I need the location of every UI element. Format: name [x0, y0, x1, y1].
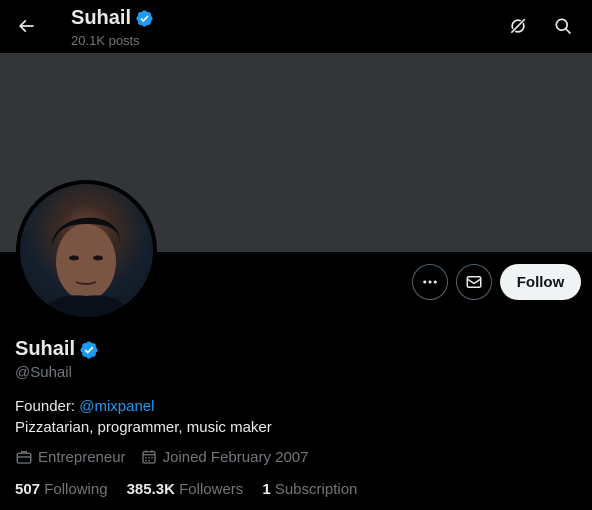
back-arrow-icon	[18, 19, 34, 33]
avatar[interactable]	[16, 180, 157, 321]
subscription-label: Subscription	[274, 481, 358, 498]
following-label: Following	[44, 481, 108, 498]
profile-stats: 507 Following 385.3K Followers 1 Subscri…	[15, 481, 376, 498]
profile-meta: Entrepreneur Joined February 2007	[15, 448, 323, 466]
verified-badge-icon	[135, 9, 154, 28]
subscription-link[interactable]: 1 Subscription	[262, 481, 357, 498]
top-bar: Suhail 20.1K posts	[0, 0, 592, 53]
grok-icon	[510, 18, 526, 34]
followers-label: Followers	[179, 481, 244, 498]
more-icon	[423, 280, 437, 284]
grok-button[interactable]	[500, 8, 536, 44]
message-button[interactable]	[456, 264, 492, 300]
header-title: Suhail	[71, 6, 154, 30]
header-post-count: 20.1K posts	[71, 33, 140, 48]
bio-prefix: Founder:	[15, 398, 80, 415]
calendar-icon	[141, 450, 156, 464]
followers-link[interactable]: 385.3K Followers	[127, 481, 244, 498]
briefcase-icon	[16, 451, 32, 464]
joined-item: Joined February 2007	[140, 448, 309, 466]
following-count: 507	[15, 481, 41, 498]
follow-button[interactable]: Follow	[500, 264, 581, 300]
search-button[interactable]	[545, 8, 581, 44]
subscription-count: 1	[262, 481, 271, 498]
profile-name-row: Suhail	[15, 338, 99, 361]
message-icon	[466, 276, 482, 288]
search-icon	[555, 18, 572, 35]
back-button[interactable]	[10, 8, 42, 44]
profession-item[interactable]: Entrepreneur	[15, 448, 126, 466]
followers-count: 385.3K	[126, 481, 175, 498]
profile-name: Suhail	[15, 338, 76, 360]
mixpanel-link[interactable]: @mixpanel	[79, 398, 154, 415]
joined-label: Joined February 2007	[162, 448, 309, 466]
bio-line-2: Pizzatarian, programmer, music maker	[15, 419, 272, 436]
profile-bio: Founder: @mixpanel Pizzatarian, programm…	[15, 396, 272, 438]
verified-badge-icon[interactable]	[79, 340, 99, 360]
header-name: Suhail	[71, 7, 132, 29]
following-link[interactable]: 507 Following	[15, 481, 108, 498]
profile-handle: @Suhail	[15, 364, 72, 381]
profession-label: Entrepreneur	[38, 448, 126, 466]
more-button[interactable]	[412, 264, 448, 300]
bio-line-1: Founder: @mixpanel	[15, 396, 272, 417]
